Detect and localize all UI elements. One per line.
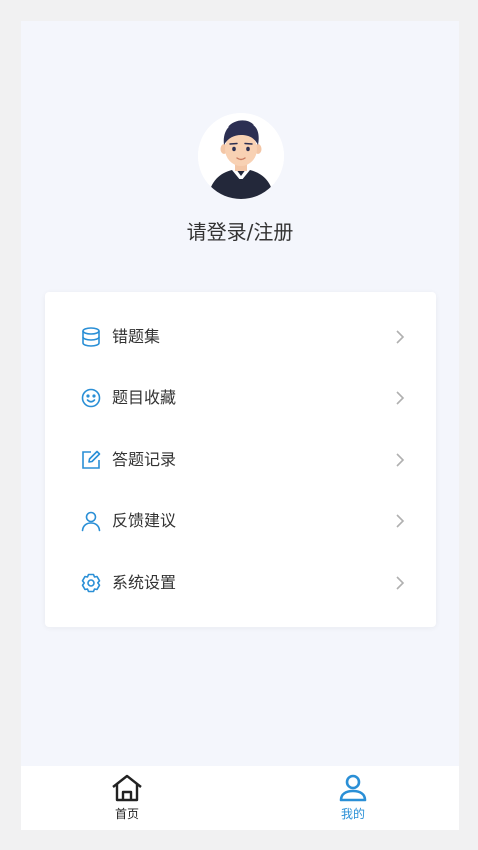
user-icon (80, 510, 102, 532)
profile-header: 请登录/注册 (21, 21, 459, 281)
smiley-icon (80, 387, 102, 409)
menu-item-label: 系统设置 (112, 573, 177, 592)
database-icon (80, 326, 102, 348)
tab-label: 首页 (114, 807, 139, 821)
menu-item-label: 错题集 (112, 327, 161, 346)
tab-home[interactable]: 首页 (67, 766, 187, 830)
avatar-illustration (198, 113, 284, 199)
menu-item-feedback[interactable]: 反馈建议 (45, 493, 436, 549)
tab-label: 我的 (340, 807, 365, 821)
avatar[interactable] (198, 113, 284, 199)
menu-card: 错题集 题目收藏 答题记录 反馈建议 系统设置 (45, 292, 436, 627)
bottom-tab-bar: 首页 我的 (21, 766, 459, 830)
menu-item-label: 答题记录 (112, 450, 177, 469)
menu-item-label: 反馈建议 (112, 511, 177, 530)
menu-item-wrong-questions[interactable]: 错题集 (45, 309, 436, 365)
menu-item-settings[interactable]: 系统设置 (45, 555, 436, 611)
menu-item-favorites[interactable]: 题目收藏 (45, 370, 436, 426)
chevron-right-icon (394, 390, 406, 406)
login-register-link[interactable]: 请登录/注册 (21, 216, 459, 245)
menu-item-answer-history[interactable]: 答题记录 (45, 432, 436, 488)
gear-icon (80, 572, 102, 594)
menu-item-label: 题目收藏 (112, 388, 177, 407)
home-icon (111, 773, 143, 803)
chevron-right-icon (394, 329, 406, 345)
chevron-right-icon (394, 513, 406, 529)
tab-mine[interactable]: 我的 (293, 766, 413, 830)
profile-icon (337, 773, 369, 803)
app-screen: 请登录/注册 错题集 题目收藏 答题记录 反馈建议 系统设置 首页 我的 (21, 21, 459, 830)
chevron-right-icon (394, 575, 406, 591)
chevron-right-icon (394, 452, 406, 468)
edit-icon (80, 449, 102, 471)
